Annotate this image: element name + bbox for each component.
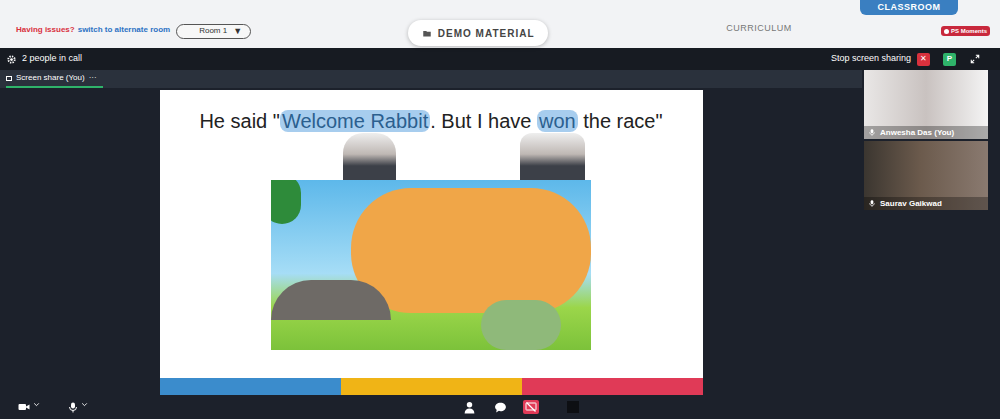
microphone-icon: [868, 128, 876, 137]
microphone-button[interactable]: [67, 401, 88, 414]
share-menu-icon[interactable]: ···: [89, 72, 97, 84]
expand-button[interactable]: [970, 47, 980, 71]
microphone-icon: [868, 199, 876, 208]
screen-share-off-icon: [525, 401, 537, 413]
room-dropdown[interactable]: Room 1 ▼: [176, 24, 251, 40]
share-tab-label: Screen share (You): [16, 72, 85, 84]
room-label: Room 1: [185, 25, 227, 37]
slide-stage: He said "Welcome Rabbit. But I have won …: [0, 88, 862, 395]
gear-icon: [6, 54, 17, 65]
call-header: 2 people in call Stop screen sharing ✕ P: [0, 48, 1000, 70]
race-illustration: [271, 180, 591, 350]
sentence-segment: Welcome Rabbit: [280, 110, 430, 132]
presenter-photos: [160, 133, 703, 180]
badge-label: PS Moments: [951, 27, 987, 36]
screen-share-area: Screen share (You) ··· He said "Welcome Ra…: [0, 70, 862, 395]
top-bar: Having issues?switch to alternate room Ro…: [0, 0, 1000, 48]
slide-stripes: [160, 378, 703, 395]
participant-name: Anwesha Das (You): [880, 127, 954, 139]
presenter-photo: [343, 133, 396, 180]
people-count: 2 people in call: [22, 52, 82, 66]
demo-label: DEMO MATERIAL: [438, 26, 535, 41]
badge-dot-icon: [944, 29, 949, 34]
ps-moments-badge[interactable]: PS Moments: [941, 26, 990, 36]
participant-name-bar: Saurav Gaikwad: [864, 197, 988, 210]
sentence-segment: He said ": [199, 110, 279, 132]
nav-label: CLASSROOM: [878, 1, 941, 15]
slide-sentence: He said "Welcome Rabbit. But I have won …: [199, 109, 662, 133]
sentence-segment: won: [537, 110, 578, 132]
participants-icon[interactable]: [463, 401, 476, 414]
call-body: Screen share (You) ··· He said "Welcome Ra…: [0, 70, 1000, 395]
participant-tile[interactable]: Anwesha Das (You): [864, 70, 988, 139]
camera-icon: [17, 401, 31, 413]
camera-button[interactable]: [17, 401, 40, 413]
tortoise-figure: [481, 300, 561, 350]
participant-list: Anwesha Das (You) Saurav Gaikwad: [862, 70, 1000, 395]
share-tab[interactable]: Screen share (You) ···: [6, 72, 103, 88]
help-text: Having issues?switch to alternate room: [16, 24, 170, 36]
help-prefix: Having issues?: [16, 24, 75, 36]
alternate-room-link[interactable]: switch to alternate room: [78, 24, 170, 36]
participant-name: Saurav Gaikwad: [880, 198, 942, 210]
stop-sharing-button[interactable]: ✕: [917, 53, 930, 66]
stop-sharing-label[interactable]: Stop screen sharing: [831, 52, 911, 66]
call-toolbar: [0, 395, 1000, 419]
record-icon[interactable]: [567, 401, 579, 413]
participant-name-bar: Anwesha Das (You): [864, 126, 988, 139]
slide: He said "Welcome Rabbit. But I have won …: [160, 90, 703, 395]
sentence-segment: the race": [578, 110, 663, 132]
screen-share-button[interactable]: [523, 400, 539, 414]
nav-tab[interactable]: CLASSROOM: [860, 0, 958, 15]
microphone-icon: [67, 401, 79, 414]
sentence-segment: . But I have: [430, 110, 537, 132]
nav-tab[interactable]: CURRICULUM: [726, 22, 792, 36]
presenter-photo: [520, 133, 585, 180]
screen-icon: [6, 76, 12, 81]
demo-material-button[interactable]: DEMO MATERIAL: [408, 20, 548, 46]
chevron-icon: [33, 401, 40, 408]
participant-tile[interactable]: Saurav Gaikwad: [864, 141, 988, 210]
expand-icon: [970, 54, 980, 64]
dropdown-arrow-icon: ▼: [233, 25, 242, 39]
chat-icon[interactable]: [494, 401, 507, 414]
folder-icon: [422, 29, 432, 38]
chevron-icon: [81, 401, 88, 408]
nav-label: CURRICULUM: [726, 23, 792, 33]
user-avatar[interactable]: P: [943, 53, 956, 66]
share-tab-row: Screen share (You) ···: [0, 70, 862, 88]
